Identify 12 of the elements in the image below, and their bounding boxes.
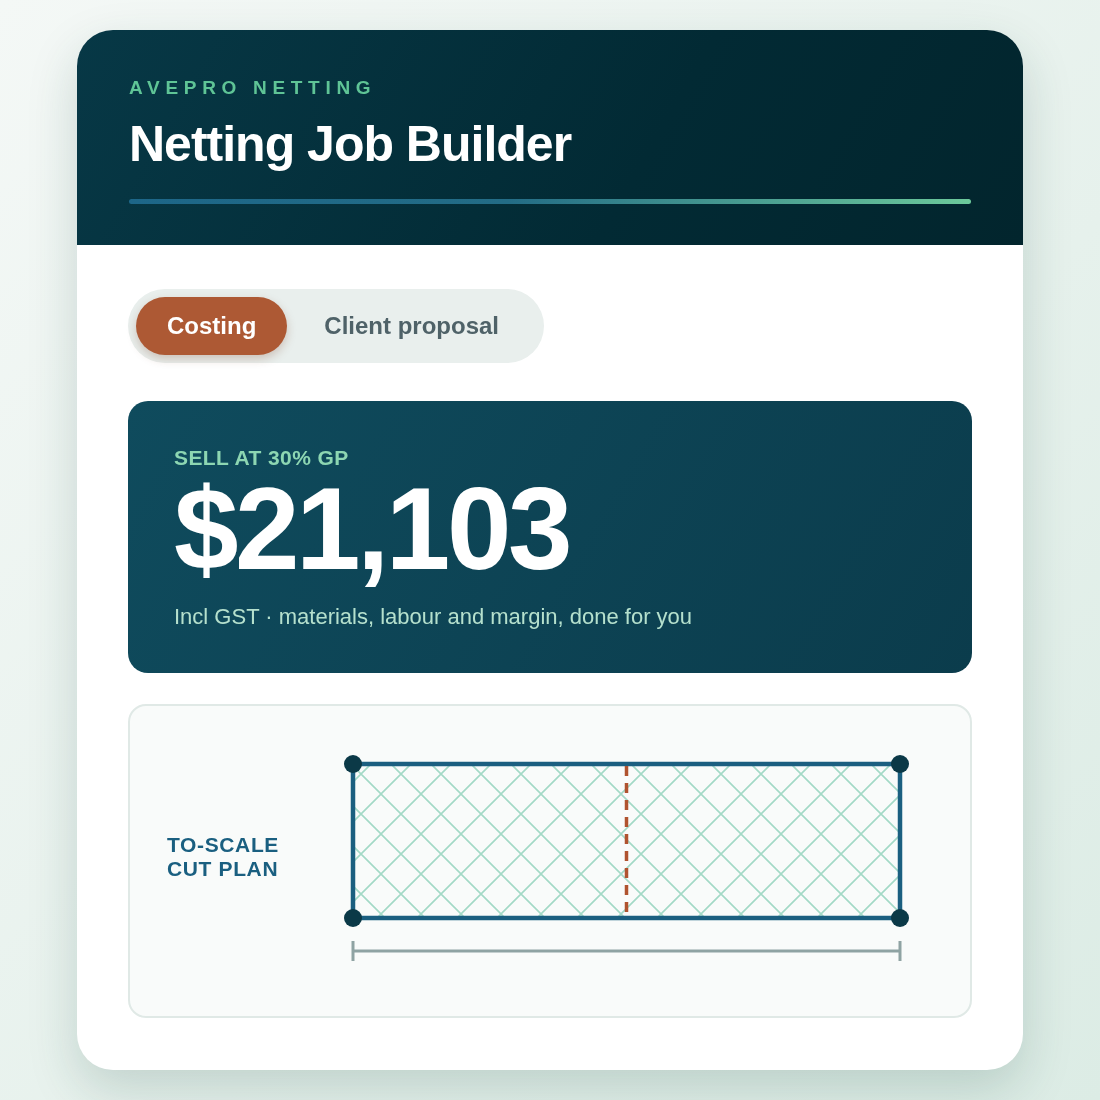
price-amount: $21,103 xyxy=(174,469,569,589)
corner-dot-icon xyxy=(344,909,362,927)
cut-plan-label: TO-SCALE CUT PLAN xyxy=(167,833,280,881)
page-title: Netting Job Builder xyxy=(129,115,572,174)
brand-name: AVEPRO NETTING xyxy=(129,76,377,100)
price-label: SELL AT 30% GP xyxy=(174,445,349,471)
corner-dot-icon xyxy=(891,909,909,927)
tab[interactable]: Costing xyxy=(136,297,288,355)
price-note: Incl GST · materials, labour and margin, done for you xyxy=(174,603,693,631)
corner-dot-icon xyxy=(891,755,909,773)
tab[interactable]: Client proposal xyxy=(287,297,536,355)
corner-dot-icon xyxy=(344,755,362,773)
